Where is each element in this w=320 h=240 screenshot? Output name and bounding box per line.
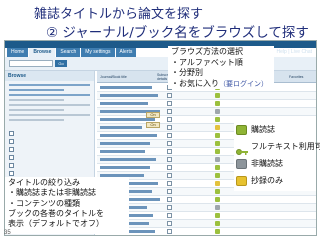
table-row[interactable] [97, 196, 316, 204]
tab-home[interactable]: Home [7, 48, 29, 57]
table-row[interactable] [97, 92, 316, 100]
filter-callout-line: ・コンテンツの種類 [8, 198, 80, 208]
column-title[interactable]: Journal/Book title [100, 75, 127, 79]
sidebar-option-favorites[interactable] [9, 94, 90, 96]
filter-checkbox[interactable] [9, 155, 14, 160]
sidebar-text-line [9, 109, 64, 111]
filter-checkbox[interactable] [9, 163, 14, 168]
table-row[interactable] [97, 204, 316, 212]
search-input[interactable] [9, 60, 53, 67]
sidebar-text-line [9, 119, 64, 121]
search-go-button[interactable]: Go [55, 60, 67, 67]
filter-checkbox[interactable] [9, 139, 14, 144]
browse-method-alphabetical: ・アルファベット順 [171, 57, 243, 67]
filter-checkbox[interactable] [9, 147, 14, 152]
filter-callout-line: ・購読誌または非購読誌 [8, 188, 96, 198]
sidebar-option-subject[interactable] [9, 89, 64, 91]
sidebar-option-alphabetical[interactable] [9, 84, 90, 86]
nav-tabs: Home Browse Search My settings Alerts [7, 48, 137, 57]
table-row[interactable] [97, 108, 316, 116]
table-row[interactable] [97, 212, 316, 220]
login-required-note: （要ログイン） [219, 79, 268, 88]
grey-square-icon [236, 159, 247, 169]
legend-label: 非購読誌 [251, 159, 283, 168]
slide-title-line1: 雑誌タイトルから論文を探す [34, 7, 204, 22]
legend-label: フルテキスト利用可能 [251, 142, 320, 151]
tab-search[interactable]: Search [56, 48, 81, 57]
legend-label: 購読誌 [251, 125, 275, 134]
legend-label: 抄録のみ [251, 176, 283, 185]
subscription-on-badge: On [146, 112, 160, 118]
filter-checkbox[interactable] [9, 171, 14, 176]
tab-browse[interactable]: Browse [29, 48, 56, 57]
page-number: 35 [4, 230, 11, 236]
filter-callout: タイトルの絞り込み ・購読誌または非購読誌 ・コンテンツの種類 ブックの各巻のタ… [5, 177, 129, 234]
browse-method-favorites-label: ・お気に入り [171, 78, 219, 88]
filter-callout-line: 表示（デフォルトでオフ） [8, 219, 104, 229]
subscription-on-badge: On [146, 122, 160, 128]
tab-my-settings[interactable]: My settings [81, 48, 115, 57]
filter-callout-line: ブックの各巻のタイトルを [8, 208, 104, 218]
browse-method-callout: ブラウズ方法の選択 ・アルファベット順 ・分野別 ・お気に入り（要ログイン） [168, 46, 274, 89]
header-links[interactable]: Help | Live Chat [277, 49, 312, 55]
browse-method-heading: ブラウズ方法の選択 [171, 47, 243, 56]
table-row[interactable] [97, 220, 316, 228]
slide-title-line2: ② ジャーナル/ブック名をブラウズして探す [46, 25, 309, 41]
sidebar-text-line [9, 104, 90, 106]
filter-checkbox[interactable] [9, 131, 14, 136]
sidebar-heading: Browse [5, 71, 94, 81]
browse-method-subject: ・分野別 [171, 68, 203, 77]
sidebar-text-line [9, 114, 90, 116]
green-square-icon [236, 125, 247, 135]
table-row[interactable] [97, 100, 316, 108]
browse-method-favorites: ・お気に入り（要ログイン） [171, 79, 271, 90]
legend-abstract-only: 抄録のみ [236, 174, 316, 188]
legend-not-subscribed: 非購読誌 [236, 157, 316, 171]
tab-alerts[interactable]: Alerts [115, 48, 137, 57]
table-row[interactable] [97, 228, 316, 235]
key-icon [236, 142, 248, 155]
sidebar-text-line [9, 99, 64, 101]
legend-full-text: フルテキスト利用可能 [236, 140, 320, 155]
filter-callout-line: タイトルの絞り込み [8, 178, 80, 187]
yellow-square-icon [236, 176, 247, 186]
access-icon-legend: 購読誌 フルテキスト利用可能 非購読誌 抄録のみ [234, 123, 320, 191]
subscription-badges: On On [146, 112, 186, 156]
legend-subscribed: 購読誌 [236, 123, 316, 137]
column-favorites: Favorites [289, 75, 304, 79]
